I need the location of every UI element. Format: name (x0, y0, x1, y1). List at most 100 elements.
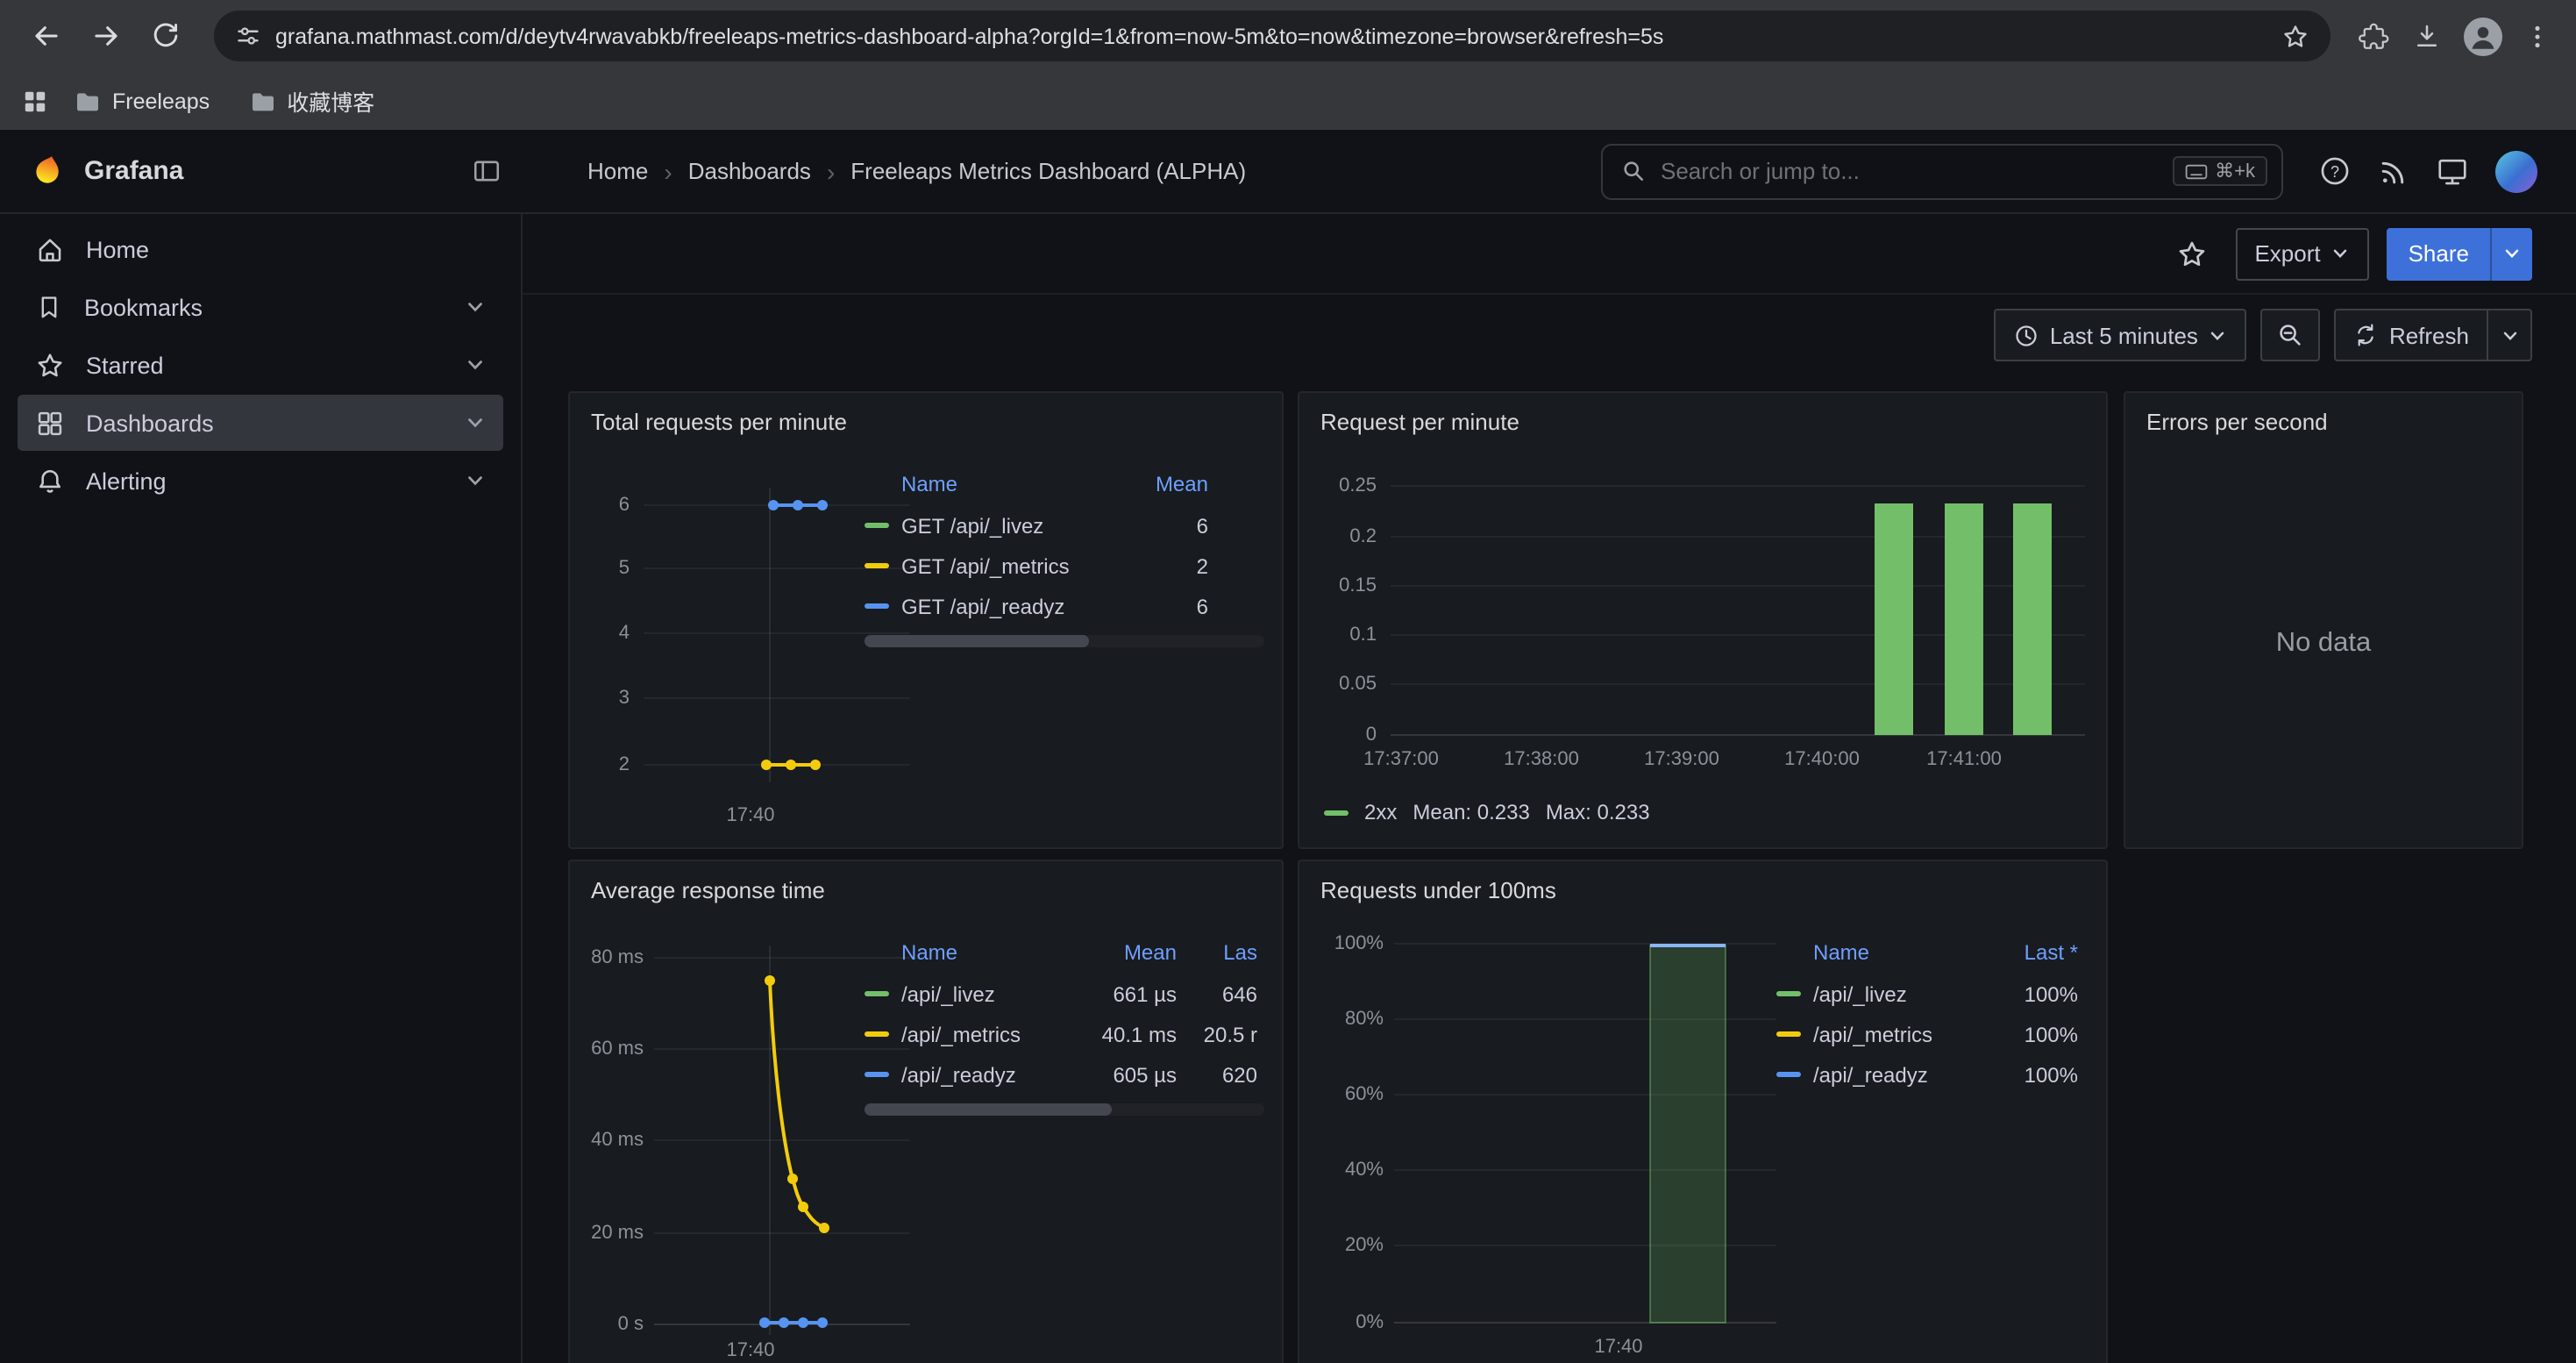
refresh-icon (2354, 323, 2379, 347)
legend-header-name[interactable]: Name (865, 940, 1075, 965)
browser-reload-button[interactable] (137, 8, 193, 64)
chevron-down-icon[interactable] (465, 412, 486, 433)
chevron-down-icon (2502, 244, 2522, 263)
browser-menu-kebab-icon[interactable] (2523, 22, 2551, 50)
arrow-right-icon (90, 21, 120, 51)
scrollbar-thumb[interactable] (865, 635, 1088, 647)
series-swatch (865, 991, 889, 996)
grafana-brand[interactable]: Grafana (84, 156, 183, 186)
time-range-picker[interactable]: Last 5 minutes (1994, 309, 2247, 361)
series-name[interactable]: /api/_livez (1813, 981, 1907, 1006)
y-tick: 40 ms (591, 1128, 644, 1150)
breadcrumb-home[interactable]: Home (587, 158, 648, 184)
legend-header-name[interactable]: Name (1776, 940, 1994, 965)
zoom-out-button[interactable] (2261, 309, 2321, 361)
series-2xx-bars (1875, 503, 2052, 735)
chevron-down-icon[interactable] (465, 354, 486, 375)
sidebar-item-dashboards[interactable]: Dashboards (18, 395, 503, 451)
legend-header-mean[interactable]: Mean (1128, 472, 1208, 496)
browser-back-button[interactable] (18, 8, 74, 64)
series-max: Max: 0.233 (1546, 800, 1650, 824)
series-name[interactable]: GET /api/_metrics (901, 553, 1070, 578)
share-label: Share (2409, 240, 2469, 267)
series-name[interactable]: GET /api/_livez (901, 513, 1043, 538)
series-mean: 2 (1128, 553, 1208, 578)
search-box[interactable]: ⌘+k (1601, 143, 2283, 199)
x-tick: 17:38:00 (1504, 747, 1579, 769)
sidebar-nav: Home Bookmarks Starred Dashboards Alerti… (0, 214, 523, 1363)
series-name[interactable]: /api/_readyz (901, 1062, 1016, 1087)
series-name[interactable]: GET /api/_readyz (901, 594, 1064, 618)
sidebar-item-alerting[interactable]: Alerting (18, 453, 503, 509)
legend-scrollbar[interactable] (865, 635, 1264, 647)
bookmark-star-icon[interactable] (2281, 22, 2309, 50)
series-mean: 6 (1128, 513, 1208, 538)
series-name[interactable]: /api/_metrics (1813, 1022, 1932, 1046)
refresh-interval-button[interactable] (2487, 309, 2532, 361)
address-bar[interactable] (214, 11, 2330, 61)
user-avatar[interactable] (2495, 150, 2537, 192)
legend-header-name[interactable]: Name (865, 472, 1128, 496)
downloads-icon[interactable] (2411, 20, 2443, 52)
series-mean: 40.1 ms (1075, 1022, 1177, 1046)
browser-profile-avatar[interactable] (2464, 17, 2502, 55)
legend-header: Name Last * (1776, 931, 2078, 974)
legend-scrollbar[interactable] (865, 1103, 1264, 1116)
series-swatch (865, 603, 889, 609)
bookmark-folder-freeleaps[interactable]: Freeleaps (60, 82, 224, 120)
breadcrumb: Home › Dashboards › Freeleaps Metrics Da… (587, 157, 1246, 185)
refresh-button[interactable]: Refresh (2335, 309, 2488, 361)
series-name[interactable]: /api/_readyz (1813, 1062, 1928, 1087)
y-tick: 80 ms (591, 946, 644, 967)
legend-header-last[interactable]: Las (1177, 940, 1257, 965)
bookmark-folder-blogs[interactable]: 收藏博客 (234, 79, 388, 123)
sidebar-item-home[interactable]: Home (18, 221, 503, 277)
browser-forward-button[interactable] (77, 8, 133, 64)
legend-header-last[interactable]: Last * (1994, 940, 2078, 965)
apps-grid-icon[interactable] (21, 87, 49, 115)
monitor-icon[interactable] (2436, 154, 2469, 188)
grafana-logo-icon[interactable] (28, 152, 67, 190)
sidebar-item-bookmarks[interactable]: Bookmarks (18, 279, 503, 335)
chevron-down-icon[interactable] (465, 296, 486, 318)
keyboard-icon (2185, 162, 2208, 180)
site-info-tune-icon[interactable] (235, 23, 261, 49)
scrollbar-thumb[interactable] (865, 1103, 1113, 1116)
export-button[interactable]: Export (2235, 227, 2369, 280)
series-name[interactable]: 2xx (1364, 800, 1397, 824)
sidebar-item-starred[interactable]: Starred (18, 337, 503, 393)
panel-title[interactable]: Requests under 100ms (1320, 877, 1556, 903)
chevron-down-icon[interactable] (465, 470, 486, 491)
favorite-dashboard-button[interactable] (2165, 227, 2217, 280)
help-icon[interactable]: ? (2318, 154, 2352, 188)
breadcrumb-dashboards[interactable]: Dashboards (688, 158, 811, 184)
series-swatch (865, 563, 889, 568)
y-tick: 100% (1334, 931, 1384, 953)
series-readyz-line (768, 500, 828, 510)
extensions-puzzle-icon[interactable] (2359, 20, 2390, 52)
news-rss-icon[interactable] (2378, 155, 2409, 187)
grafana-body: Home Bookmarks Starred Dashboards Alerti… (0, 214, 2576, 1363)
series-name[interactable]: /api/_metrics (901, 1022, 1021, 1046)
series-swatch (865, 1031, 889, 1037)
panel-total-requests: Total requests per minute 6 5 4 3 2 (568, 391, 1284, 849)
panel-title[interactable]: Average response time (591, 877, 825, 903)
panel-title[interactable]: Total requests per minute (591, 409, 847, 435)
under-100ms-chart: 100% 80% 60% 40% 20% 0% 17:40 (1313, 924, 1787, 1363)
legend-header-mean[interactable]: Mean (1075, 940, 1177, 965)
series-mean: 605 µs (1075, 1062, 1177, 1087)
y-tick: 0 s (618, 1312, 644, 1334)
panel-title[interactable]: Errors per second (2146, 409, 2328, 435)
search-input[interactable] (1661, 158, 2159, 184)
share-menu-button[interactable] (2490, 227, 2532, 280)
url-input[interactable] (275, 24, 2267, 48)
panel-title[interactable]: Request per minute (1320, 409, 1519, 435)
y-tick: 3 (619, 686, 630, 708)
y-tick: 60% (1345, 1082, 1384, 1104)
share-button[interactable]: Share (2387, 227, 2490, 280)
bookmark-label: Freeleaps (112, 89, 210, 113)
chevron-down-icon (2209, 325, 2228, 345)
series-name[interactable]: /api/_livez (901, 981, 995, 1006)
sidebar-toggle-button[interactable] (472, 156, 502, 186)
chevron-down-icon (2331, 244, 2351, 263)
